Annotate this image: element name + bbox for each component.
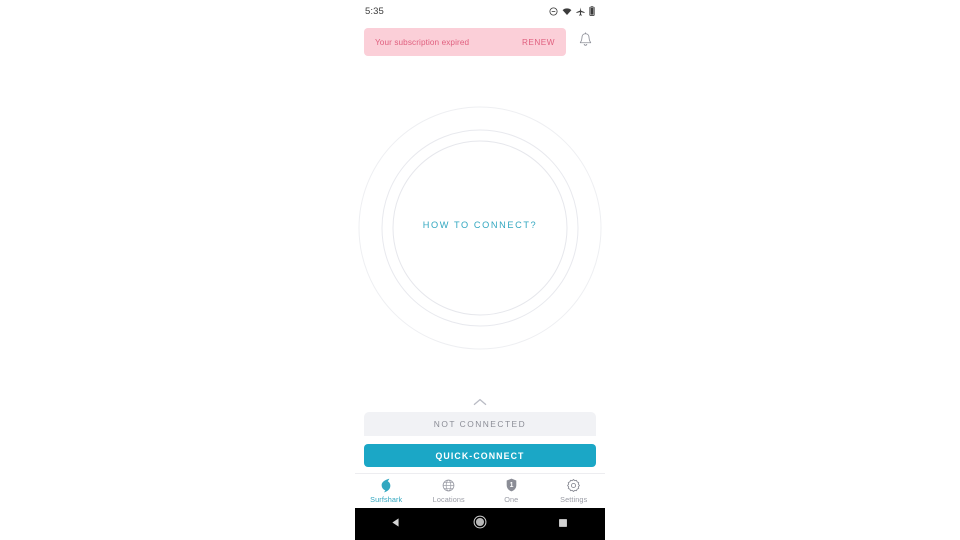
tab-locations[interactable]: Locations — [418, 474, 481, 504]
home-icon — [473, 515, 487, 534]
tab-label-surfshark: Surfshark — [370, 495, 403, 504]
do-not-disturb-icon — [549, 6, 558, 16]
tab-one[interactable]: 1 One — [480, 474, 543, 504]
phone-screen: 5:35 Your subscription expired RENEW HOW… — [355, 0, 605, 540]
chevron-up-icon — [472, 394, 488, 412]
quick-connect-label: QUICK-CONNECT — [435, 450, 525, 461]
tab-label-locations: Locations — [432, 495, 465, 504]
screenshot-root: 5:35 Your subscription expired RENEW HOW… — [0, 0, 960, 540]
surfshark-logo-icon — [380, 477, 392, 493]
sheet-drag-handle[interactable] — [355, 394, 605, 412]
subscription-expired-banner[interactable]: Your subscription expired RENEW — [364, 28, 566, 56]
connection-status-panel[interactable]: NOT CONNECTED — [364, 412, 596, 436]
status-bar-clock: 5:35 — [365, 5, 384, 17]
airplane-mode-icon — [576, 6, 585, 16]
back-icon — [391, 515, 402, 533]
android-navigation-bar — [355, 508, 605, 540]
android-back-button[interactable] — [380, 508, 414, 540]
tab-label-settings: Settings — [560, 495, 588, 504]
wifi-icon — [562, 7, 572, 16]
status-bar-icons — [549, 6, 595, 16]
subscription-banner-row: Your subscription expired RENEW — [355, 27, 605, 57]
connection-status-label: NOT CONNECTED — [433, 419, 527, 429]
quick-connect-button[interactable]: QUICK-CONNECT — [364, 444, 596, 467]
shield-one-icon: 1 — [506, 477, 517, 493]
notification-bell-button[interactable] — [574, 28, 596, 56]
renew-button[interactable]: RENEW — [522, 38, 555, 47]
android-home-button[interactable] — [463, 508, 497, 540]
gear-icon — [567, 477, 581, 493]
tab-label-one: One — [504, 495, 519, 504]
tab-surfshark[interactable]: Surfshark — [355, 474, 418, 504]
connection-rings-area: HOW TO CONNECT? — [355, 62, 605, 392]
battery-icon — [589, 6, 595, 16]
globe-grid-icon — [442, 477, 455, 493]
notification-bell-icon — [579, 32, 592, 52]
android-recents-button[interactable] — [546, 508, 580, 540]
how-to-connect-link[interactable]: HOW TO CONNECT? — [355, 220, 605, 230]
bottom-tab-bar: Surfshark Locations 1 One Settings — [355, 473, 605, 509]
svg-text:1: 1 — [509, 482, 513, 489]
status-bar: 5:35 — [355, 0, 605, 22]
recents-icon — [558, 515, 568, 533]
tab-settings[interactable]: Settings — [543, 474, 606, 504]
subscription-banner-message: Your subscription expired — [375, 37, 470, 47]
